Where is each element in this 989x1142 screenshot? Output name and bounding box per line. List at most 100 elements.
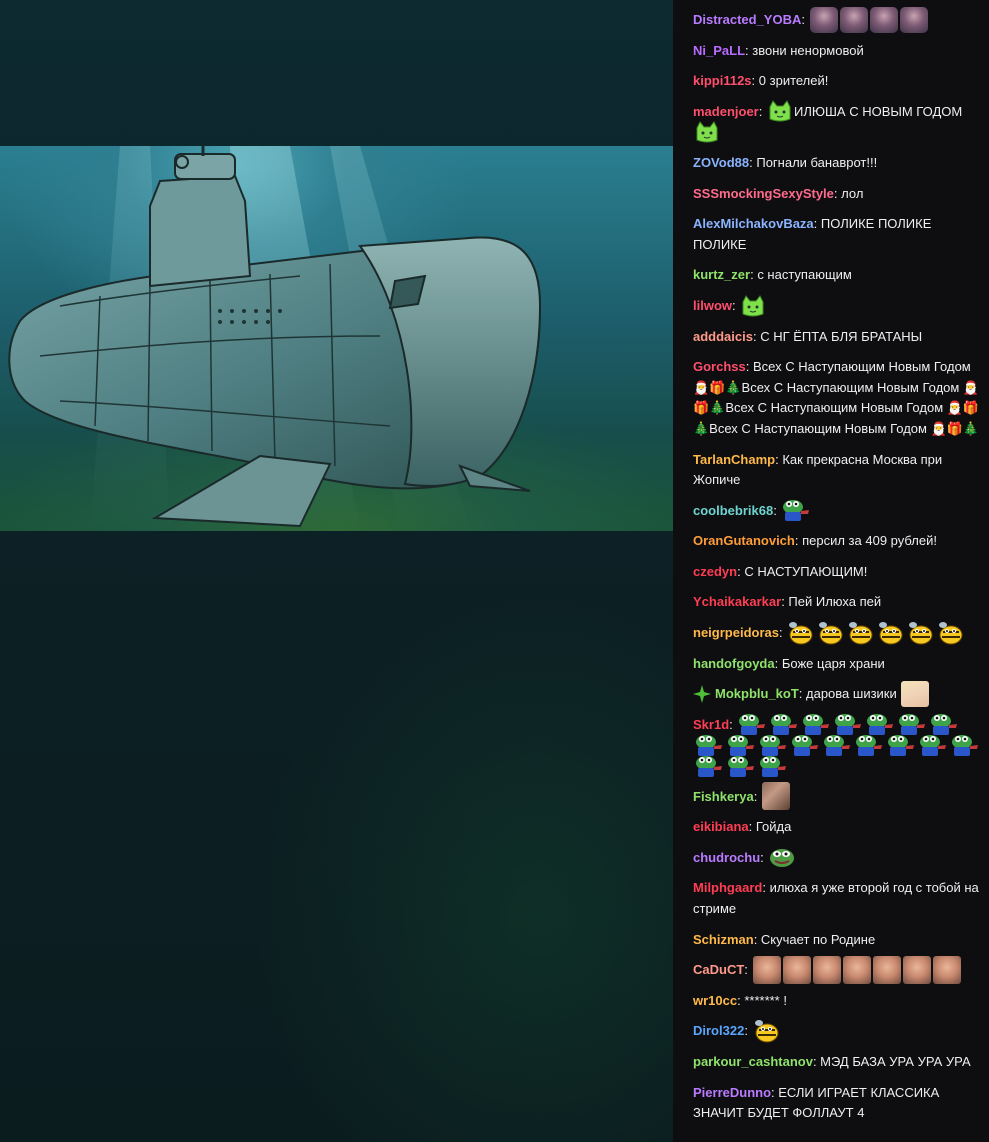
chat-colon: : bbox=[751, 73, 759, 89]
chat-message-text: Погнали банаврот!!! bbox=[756, 154, 878, 170]
frog-emote[interactable] bbox=[950, 733, 980, 757]
chat-username[interactable]: Dirol322 bbox=[693, 1023, 744, 1038]
chat-message: Dirol322: bbox=[693, 1016, 981, 1047]
chat-username[interactable]: kippi112s bbox=[693, 73, 752, 88]
chat-message: lilwow: bbox=[693, 291, 981, 322]
chat-message-text: персил за 409 рублей! bbox=[802, 533, 937, 549]
chat-message: Skr1d: bbox=[693, 710, 981, 782]
bald-man-emote[interactable] bbox=[842, 955, 871, 984]
chat-username[interactable]: SSSmockingSexyStyle bbox=[693, 186, 834, 201]
chat-colon: : bbox=[753, 931, 761, 947]
chat-message: eikibiana: Гойда bbox=[693, 812, 981, 843]
chat-message: parkour_cashtanov: МЭД БАЗА УРА УРА УРА bbox=[693, 1047, 981, 1078]
chat-username[interactable]: coolbebrik68 bbox=[693, 503, 773, 518]
chat-message-text: дарова шизики bbox=[806, 686, 897, 702]
bee-emote[interactable] bbox=[877, 621, 905, 645]
chat-message: CaDuCT: bbox=[693, 955, 981, 986]
frog-emote[interactable] bbox=[886, 733, 916, 757]
hand-emote[interactable] bbox=[761, 782, 790, 811]
chat-panel[interactable]: Distracted_YOBA: Ni_PaLL: звони ненормов… bbox=[673, 0, 989, 1142]
stream-player-area[interactable] bbox=[0, 0, 673, 1142]
chat-username[interactable]: chudrochu bbox=[693, 850, 760, 865]
chat-username[interactable]: wr10cc bbox=[693, 993, 737, 1008]
chat-username[interactable]: AlexMilchakovBaza bbox=[693, 216, 814, 231]
bee-emote[interactable] bbox=[937, 621, 965, 645]
chat-colon: : bbox=[778, 625, 787, 641]
bald-man-emote[interactable] bbox=[812, 955, 841, 984]
chat-colon: : bbox=[745, 359, 753, 375]
frog-emote[interactable] bbox=[822, 733, 852, 757]
cat-emote[interactable] bbox=[767, 99, 793, 123]
chat-username[interactable]: lilwow bbox=[693, 298, 732, 313]
frog-emote[interactable] bbox=[758, 754, 788, 778]
face-emote[interactable] bbox=[899, 6, 928, 33]
chat-username[interactable]: TarlanChamp bbox=[693, 452, 775, 467]
bee-emote[interactable] bbox=[753, 1019, 781, 1043]
chat-colon: : bbox=[801, 12, 809, 27]
frog-emote[interactable] bbox=[854, 733, 884, 757]
chat-username[interactable]: madenjoer bbox=[693, 104, 759, 119]
chat-username[interactable]: Ychaikakarkar bbox=[693, 594, 781, 609]
chat-username[interactable]: OranGutanovich bbox=[693, 533, 795, 548]
bee-emote[interactable] bbox=[907, 621, 935, 645]
chat-username[interactable]: Fishkerya bbox=[693, 789, 754, 804]
bald-man-emote[interactable] bbox=[872, 955, 901, 984]
chat-colon: : bbox=[774, 655, 782, 671]
chat-colon: : bbox=[744, 1023, 752, 1039]
chat-username[interactable]: Mokpblu_koT bbox=[715, 686, 799, 701]
chat-message-text: Скучает по Родине bbox=[760, 931, 876, 947]
face-emote[interactable] bbox=[839, 6, 868, 33]
chat-message: kurtz_zer: с наступающим bbox=[693, 260, 981, 291]
chat-username[interactable]: Milphgaard bbox=[693, 880, 762, 895]
chat-username[interactable]: eikibiana bbox=[693, 819, 749, 834]
chat-username[interactable]: neigrpeidoras bbox=[693, 625, 779, 640]
bald-man-emote[interactable] bbox=[932, 955, 961, 984]
sparkle-badge-icon[interactable] bbox=[693, 684, 711, 703]
frog-emote[interactable] bbox=[781, 498, 811, 522]
chat-message: neigrpeidoras: bbox=[693, 618, 981, 649]
cat-emote[interactable] bbox=[694, 120, 720, 144]
bald-man-emote[interactable] bbox=[782, 955, 811, 984]
chat-username[interactable]: PierreDunno bbox=[693, 1085, 771, 1100]
chat-username[interactable]: parkour_cashtanov bbox=[693, 1054, 813, 1069]
chat-username[interactable]: Gorchss bbox=[693, 359, 746, 374]
video-frame-submarine[interactable] bbox=[0, 146, 673, 531]
chat-username[interactable]: Distracted_YOBA bbox=[693, 12, 801, 27]
chat-message-text: МЭД БАЗА УРА УРА УРА bbox=[820, 1053, 971, 1069]
chat-message-text: С НАСТУПАЮЩИМ! bbox=[744, 563, 868, 579]
chat-message-text: С НГ ЁПТА БЛЯ БРАТАНЫ bbox=[760, 328, 923, 344]
frog-emote[interactable] bbox=[726, 754, 756, 778]
chat-username[interactable]: CaDuCT bbox=[693, 962, 744, 977]
chat-message-text: ИЛЮША С НОВЫМ ГОДОМ bbox=[793, 103, 963, 119]
anime-girl-emote[interactable] bbox=[901, 680, 930, 707]
submarine-illustration bbox=[8, 146, 542, 531]
frog-emote[interactable] bbox=[694, 754, 724, 778]
chat-username[interactable]: Ni_PaLL bbox=[693, 43, 745, 58]
face-emote[interactable] bbox=[869, 6, 898, 33]
bald-man-emote[interactable] bbox=[752, 955, 781, 984]
chat-message: adddaicis: С НГ ЁПТА БЛЯ БРАТАНЫ bbox=[693, 322, 981, 353]
frog-emote[interactable] bbox=[918, 733, 948, 757]
face-emote[interactable] bbox=[809, 6, 838, 33]
bald-man-emote[interactable] bbox=[902, 955, 931, 984]
chat-username[interactable]: Schizman bbox=[693, 932, 754, 947]
chat-username[interactable]: ZOVod88 bbox=[693, 155, 749, 170]
chat-username[interactable]: Skr1d bbox=[693, 717, 729, 732]
cat-emote[interactable] bbox=[740, 294, 766, 318]
chat-username[interactable]: adddaicis bbox=[693, 329, 753, 344]
chat-colon: : bbox=[798, 686, 807, 702]
chat-message: kippi112s: 0 зрителей! bbox=[693, 66, 981, 97]
chat-username[interactable]: czedyn bbox=[693, 564, 737, 579]
pepe-emote[interactable] bbox=[768, 846, 796, 868]
chat-colon: : bbox=[758, 103, 766, 119]
bee-emote[interactable] bbox=[847, 621, 875, 645]
chat-username[interactable]: handofgoyda bbox=[693, 656, 775, 671]
bee-emote[interactable] bbox=[817, 621, 845, 645]
chat-message-text: с наступающим bbox=[757, 267, 852, 283]
chat-message: AlexMilchakovBaza: ПОЛИКЕ ПОЛИКЕ ПОЛИКЕ bbox=[693, 209, 981, 260]
chat-username[interactable]: kurtz_zer bbox=[693, 267, 750, 282]
chat-message: OranGutanovich: персил за 409 рублей! bbox=[693, 526, 981, 557]
bee-emote[interactable] bbox=[787, 621, 815, 645]
frog-emote[interactable] bbox=[790, 733, 820, 757]
chat-message: Ni_PaLL: звони ненормовой bbox=[693, 36, 981, 67]
